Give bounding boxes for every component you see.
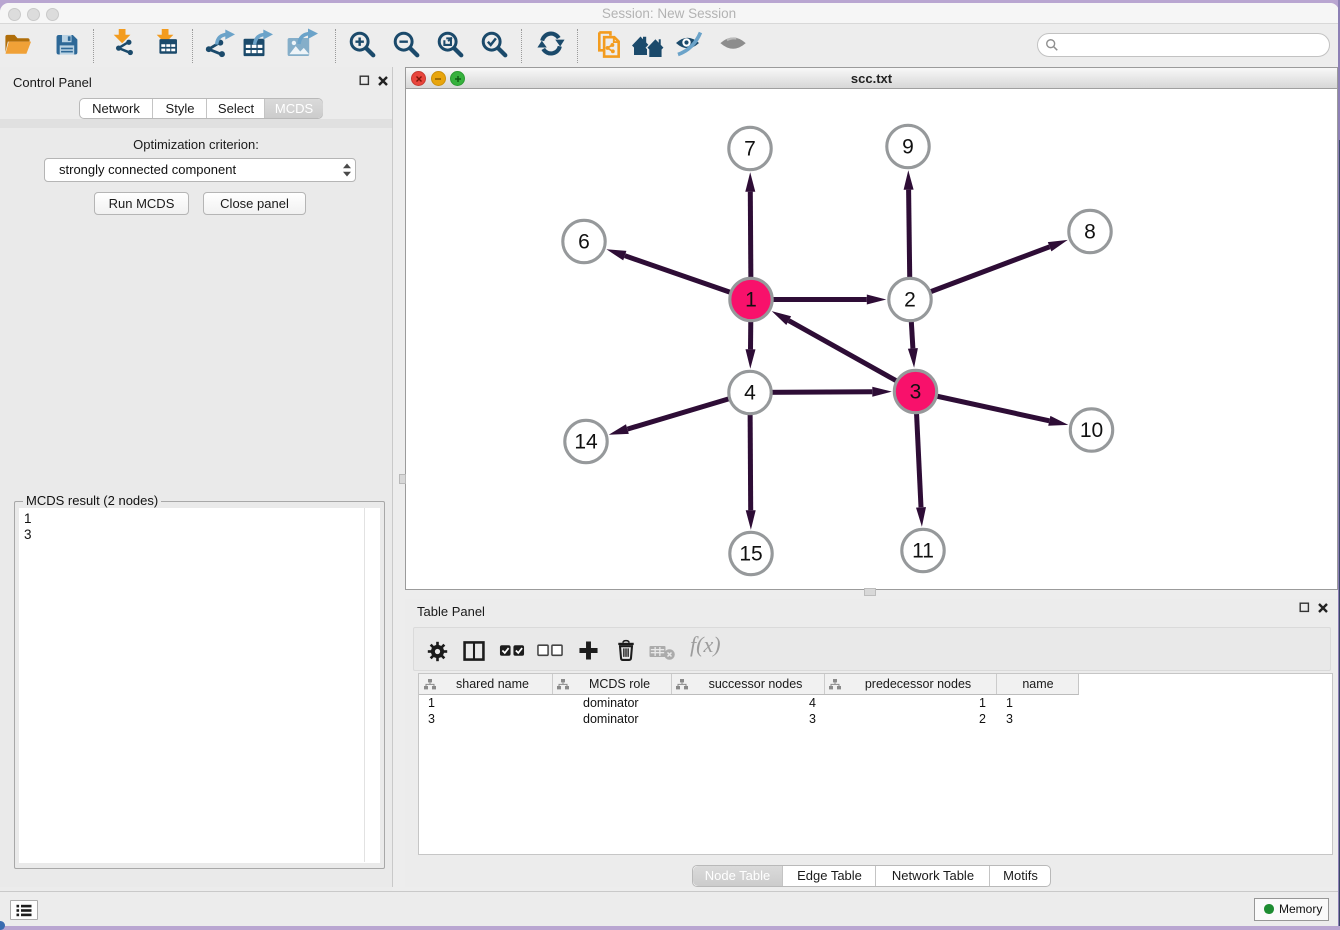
svg-text:3: 3	[910, 381, 922, 404]
svg-text:10: 10	[1080, 419, 1103, 442]
svg-text:1: 1	[745, 289, 757, 312]
svg-text:8: 8	[1084, 221, 1096, 244]
svg-text:6: 6	[578, 231, 590, 254]
svg-text:4: 4	[744, 382, 756, 405]
svg-text:14: 14	[574, 431, 598, 454]
svg-text:9: 9	[902, 136, 914, 159]
svg-text:2: 2	[904, 289, 916, 312]
svg-text:7: 7	[744, 138, 756, 161]
svg-text:11: 11	[912, 540, 934, 563]
svg-text:15: 15	[739, 543, 762, 566]
